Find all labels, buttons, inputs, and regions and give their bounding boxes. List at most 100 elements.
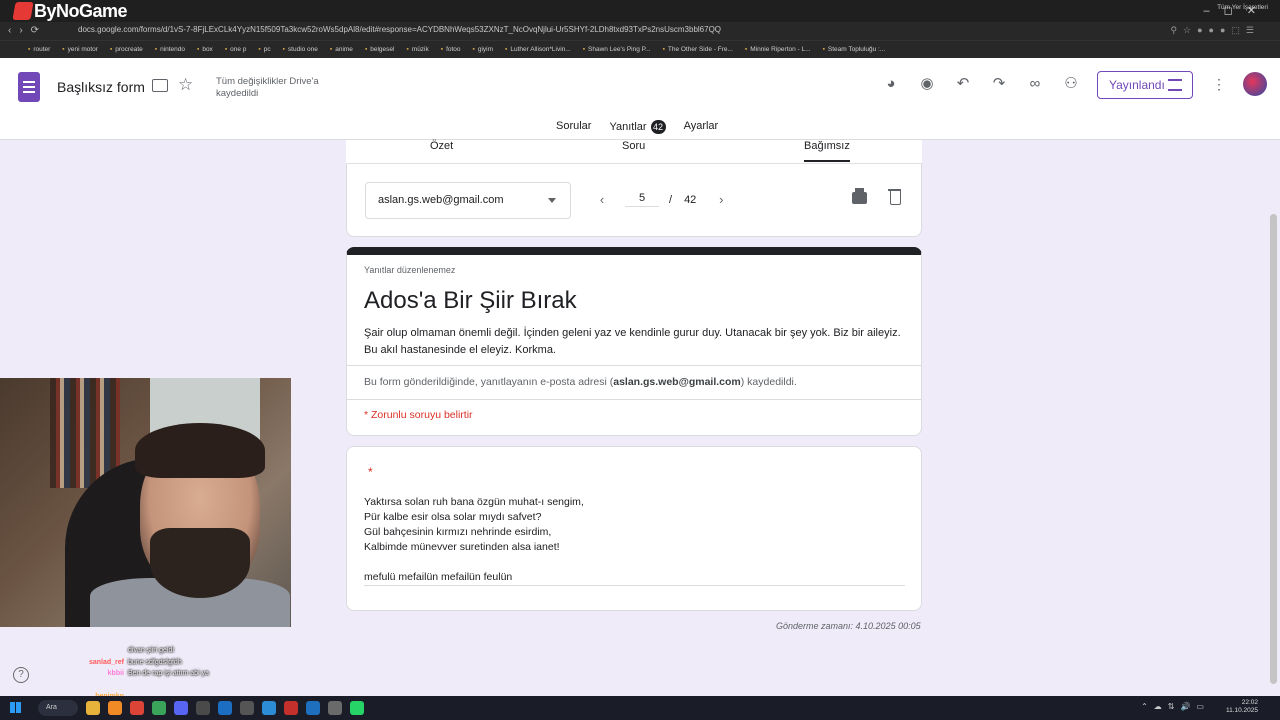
system-tray[interactable]: ⌃☁⇅🔊▭ bbox=[1141, 702, 1210, 711]
bookmark-item[interactable]: giyim bbox=[473, 46, 493, 53]
next-response-icon[interactable]: › bbox=[712, 192, 730, 207]
bookmark-item[interactable]: Luther Allison*Livin... bbox=[505, 46, 570, 53]
forms-logo-icon[interactable] bbox=[18, 72, 40, 102]
tab-individual[interactable]: Bağımsız bbox=[804, 140, 850, 162]
calculator-icon[interactable] bbox=[240, 701, 254, 715]
respondent-email: aslan.gs.web@gmail.com bbox=[378, 194, 504, 206]
poem-answer: Yaktırsa solan ruh bana özgün muhat-ı se… bbox=[364, 495, 584, 555]
email-note-prefix: Bu form gönderildiğinde, yanıtlayanın e-… bbox=[364, 376, 614, 388]
all-bookmarks-link[interactable]: Tüm Yer İşaretleri bbox=[1217, 4, 1268, 11]
preview-eye-icon[interactable]: ◉ bbox=[918, 75, 936, 93]
bookmark-item[interactable]: pc bbox=[258, 46, 271, 53]
chrome-icon[interactable] bbox=[130, 701, 144, 715]
app-icon[interactable] bbox=[328, 701, 342, 715]
print-icon[interactable] bbox=[852, 188, 867, 204]
dropdown-caret-icon bbox=[548, 198, 556, 203]
total-responses: 42 bbox=[684, 193, 697, 206]
not-editable-note: Yanıtlar düzenlenemez bbox=[364, 265, 456, 275]
app-icon[interactable] bbox=[262, 701, 276, 715]
bookmark-item[interactable]: müzik bbox=[406, 46, 429, 53]
folder-icon[interactable] bbox=[152, 79, 168, 92]
windows-start-icon[interactable] bbox=[10, 702, 21, 713]
tab-summary[interactable]: Özet bbox=[430, 140, 453, 152]
divider bbox=[347, 365, 921, 366]
responses-count-badge: 42 bbox=[650, 120, 666, 134]
browser-nav-buttons[interactable]: ‹›⟳ bbox=[8, 25, 47, 36]
bookmark-item[interactable]: router bbox=[28, 46, 50, 53]
published-label: Yayınlandı bbox=[1109, 78, 1165, 92]
bookmark-item[interactable]: Shawn Lee's Ping P... bbox=[583, 46, 651, 53]
tab-question[interactable]: Soru bbox=[622, 140, 645, 152]
poem-line: Gül bahçesinin kırmızı nehrinde esirdim, bbox=[364, 526, 552, 538]
steam-icon[interactable] bbox=[218, 701, 232, 715]
poem-line: Yaktırsa solan ruh bana özgün muhat-ı se… bbox=[364, 496, 584, 508]
form-title-field[interactable]: Başlıksız form bbox=[57, 79, 145, 95]
submission-timestamp: Gönderme zamanı: 4.10.2025 00:05 bbox=[776, 621, 921, 631]
avatar[interactable] bbox=[1243, 72, 1267, 96]
current-response-input[interactable]: 5 bbox=[625, 192, 659, 207]
bookmark-item[interactable]: fotoo bbox=[441, 46, 460, 53]
bookmark-item[interactable]: procreate bbox=[110, 46, 142, 53]
chat-username: sanlad_ref bbox=[88, 658, 124, 666]
email-note-suffix: ) kaydedildi. bbox=[740, 376, 797, 388]
bookmark-item[interactable]: belgesel bbox=[365, 46, 394, 53]
palette-icon[interactable]: ◕ bbox=[882, 75, 900, 93]
bookmark-item[interactable]: nintendo bbox=[155, 46, 185, 53]
app-icon[interactable] bbox=[284, 701, 298, 715]
tune-icon bbox=[1168, 79, 1182, 91]
extension-icons[interactable]: ⚲☆●●●⬚☰ bbox=[1170, 25, 1260, 36]
page-scrollbar[interactable] bbox=[1270, 214, 1277, 684]
undo-icon[interactable]: ↶ bbox=[954, 75, 972, 93]
bookmark-item[interactable]: studio one bbox=[283, 46, 318, 53]
tab-questions-label: Sorular bbox=[556, 120, 592, 132]
url-bar[interactable]: docs.google.com/forms/d/1vS-7-8FjLExCLk4… bbox=[78, 25, 978, 34]
response-navigator: aslan.gs.web@gmail.com ‹ 5 / 42 › bbox=[346, 164, 922, 237]
bookmark-item[interactable]: yeni motor bbox=[62, 46, 98, 53]
taskbar-search[interactable]: Ara bbox=[38, 700, 78, 716]
clock-date: 11.10.2025 bbox=[1225, 707, 1258, 714]
file-explorer-icon[interactable] bbox=[86, 701, 100, 715]
address-bar-row: ‹›⟳ docs.google.com/forms/d/1vS-7-8FjLEx… bbox=[0, 22, 1280, 40]
previous-response-icon[interactable]: ‹ bbox=[593, 192, 611, 207]
bookmark-item[interactable]: box bbox=[197, 46, 212, 53]
settings-app-icon[interactable] bbox=[196, 701, 210, 715]
xbox-icon[interactable] bbox=[152, 701, 166, 715]
stream-brand-logo: ByNoGame bbox=[12, 1, 128, 22]
chat-message bbox=[60, 680, 209, 692]
pager-separator: / bbox=[669, 193, 673, 206]
form-title-card: Yanıtlar düzenlenemez Ados'a Bir Şiir Bı… bbox=[346, 247, 922, 436]
chat-text: bune sdfgdsfgfdh bbox=[128, 658, 182, 666]
chat-username: kbbii bbox=[107, 670, 124, 677]
more-options-icon[interactable]: ⋮ bbox=[1212, 76, 1226, 93]
windows-taskbar: Ara ⌃☁⇅🔊▭ 22:02 11.10.2025 bbox=[0, 696, 1280, 720]
steam-icon[interactable] bbox=[306, 701, 320, 715]
chat-message: sanlad_ref bune sdfgdsfgfdh bbox=[60, 657, 209, 669]
chat-text: divan şiiri geldi bbox=[128, 647, 174, 654]
whatsapp-icon[interactable] bbox=[350, 701, 364, 715]
header-toolbar: ◕ ◉ ↶ ↷ ∞ ⚇ bbox=[882, 75, 1080, 93]
discord-icon[interactable] bbox=[174, 701, 188, 715]
help-icon[interactable]: ? bbox=[13, 667, 29, 683]
bookmark-item[interactable]: Steam Topluluğu :... bbox=[823, 46, 885, 53]
published-button[interactable]: Yayınlandı bbox=[1097, 71, 1193, 99]
star-icon[interactable]: ☆ bbox=[178, 75, 193, 95]
tab-responses-label: Yanıtlar bbox=[609, 121, 647, 133]
bookmark-item[interactable]: Minnie Riperton - L... bbox=[745, 46, 810, 53]
link-icon[interactable]: ∞ bbox=[1026, 75, 1044, 93]
obs-icon[interactable] bbox=[108, 701, 122, 715]
bookmark-item[interactable]: anime bbox=[330, 46, 353, 53]
chat-text: Ben de rap işi attım abi ya bbox=[128, 670, 209, 677]
bookmarks-bar: router yeni motor procreate nintendo box one … bbox=[0, 40, 1280, 58]
bookmark-item[interactable]: one p bbox=[225, 46, 246, 53]
bookmark-item[interactable]: The Other Side - Fre... bbox=[663, 46, 733, 53]
taskbar-clock[interactable]: 22:02 11.10.2025 bbox=[1226, 699, 1258, 715]
redo-icon[interactable]: ↷ bbox=[990, 75, 1008, 93]
forms-header: Başlıksız form ☆ Tüm değişiklikler Drive… bbox=[0, 58, 1280, 147]
delete-icon[interactable] bbox=[888, 189, 901, 205]
respondent-select[interactable]: aslan.gs.web@gmail.com bbox=[365, 182, 571, 219]
required-note: * Zorunlu soruyu belirtir bbox=[364, 409, 473, 421]
add-collaborator-icon[interactable]: ⚇ bbox=[1062, 75, 1080, 93]
webcam-overlay bbox=[0, 378, 291, 627]
chat-message: kbbii Ben de rap işi attım abi ya bbox=[60, 668, 209, 680]
form-description: Şair olup olmaman önemli değil. İçinden … bbox=[364, 327, 901, 356]
